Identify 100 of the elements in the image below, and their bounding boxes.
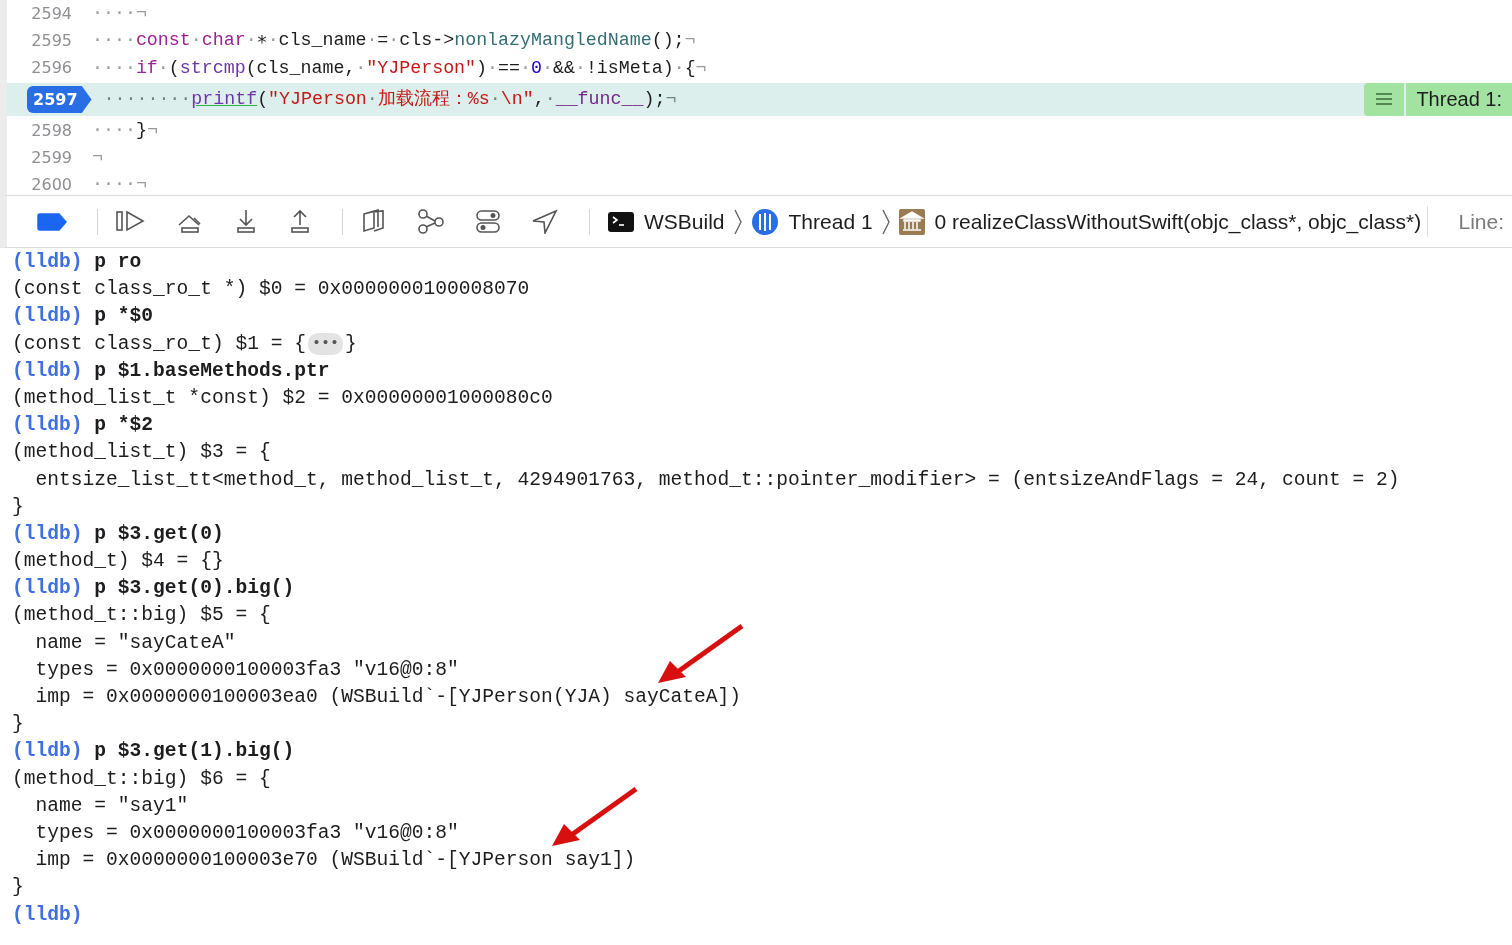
line-number: 2600 [30, 174, 73, 195]
console-output: } [12, 494, 24, 520]
console-output: (const class_ro_t *) $0 = 0x0000000100008070 [12, 277, 530, 303]
console-command: p $3.get(1).big() [93, 739, 295, 765]
whitespace-marker: ····¬ [92, 1, 147, 25]
code-string: 加载流程：%s [377, 87, 490, 111]
line-number: 2598 [30, 119, 73, 142]
code-text: ( [168, 56, 180, 80]
whitespace-marker: · [489, 87, 501, 111]
code-text: (cls_name, [245, 56, 356, 80]
whitespace-marker: ¬ [684, 29, 696, 53]
toggles-icon[interactable] [475, 209, 501, 234]
code-text: = [377, 29, 389, 53]
console-command: p *$2 [93, 413, 154, 439]
code-text: cls_name [278, 29, 367, 53]
code-number: 0 [530, 56, 542, 80]
line-number: 2594 [30, 2, 73, 25]
thread-indicator[interactable]: Thread 1: [1406, 82, 1512, 116]
whitespace-marker: · [245, 29, 257, 53]
layers-icon[interactable] [361, 209, 387, 234]
console-prompt: (lldb) [12, 304, 83, 330]
console-output: (method_list_t *const) $2 = 0x00000001000080c0 [12, 385, 553, 411]
whitespace-marker: · [673, 56, 685, 80]
console-output: name = "say1" [34, 793, 189, 819]
console-output: (method_t::big) $5 = { [12, 603, 271, 629]
whitespace-marker: · [157, 56, 169, 80]
line-number: 2595 [30, 29, 73, 52]
whitespace-marker: · [520, 56, 531, 80]
graph-icon[interactable] [417, 209, 445, 234]
console-prompt: (lldb) [12, 521, 83, 547]
breadcrumb-item[interactable]: 0 realizeClassWithoutSwift(objc_class*, objc_class*) [934, 205, 1422, 238]
console-output: (const class_ro_t) $1 = { [12, 331, 306, 357]
console-command: p $3.get(0) [93, 521, 224, 547]
whitespace-marker: · [541, 56, 553, 80]
code-text: ) [476, 56, 488, 80]
code-text: cls-> [399, 29, 455, 53]
console-prompt: (lldb) [12, 413, 83, 439]
line-number: 2599 [30, 146, 73, 169]
code-text: == [498, 56, 520, 80]
line-label: Line: [1427, 205, 1512, 238]
building-columns-icon [898, 208, 925, 235]
whitespace-marker: · [366, 29, 378, 53]
whitespace-marker: ¬ [695, 56, 707, 80]
step-out-icon[interactable] [288, 209, 312, 234]
chevron-icon [732, 208, 743, 235]
whitespace-marker: ¬ [665, 87, 677, 111]
terminal-icon [608, 210, 634, 233]
console-command: p $3.get(0).big() [93, 576, 295, 602]
whitespace-marker: ····¬ [92, 173, 147, 195]
console-output: (method_t::big) $6 = { [12, 766, 271, 792]
console-output: (method_t) $4 = {} [12, 549, 224, 575]
whitespace-marker: ···· [92, 29, 136, 53]
console-output: } [12, 712, 24, 738]
console-prompt: (lldb) [12, 902, 83, 928]
line-number-badge: 2597 [27, 85, 92, 113]
whitespace-marker: ¬ [146, 118, 158, 142]
console-prompt: (lldb) [12, 739, 83, 765]
whitespace-marker: ···· [92, 56, 136, 80]
whitespace-marker: · [366, 87, 378, 111]
console-command: p *$0 [93, 304, 154, 330]
whitespace-marker: · [355, 56, 367, 80]
code-string: \n" [500, 87, 534, 111]
breadcrumb-item[interactable]: WSBuild [644, 205, 725, 238]
console-output: imp = 0x0000000100003ea0 (WSBuild`-[YJPerson(YJA) sayCateA]) [12, 684, 741, 712]
chevron-icon [880, 208, 891, 235]
breakpoints-toggle[interactable] [37, 212, 67, 231]
console-output: } [345, 331, 357, 357]
code-macro: __func__ [555, 87, 644, 111]
whitespace-marker: · [267, 29, 279, 53]
code-keyword: const [135, 29, 191, 53]
thread-icon [750, 207, 779, 236]
whitespace-marker: ···· [92, 118, 136, 142]
code-text: && [552, 56, 575, 80]
console-output: name = "sayCateA" [34, 630, 236, 656]
console-output: types = 0x0000000100003fa3 "v16@0:8" [34, 820, 459, 846]
list-icon[interactable] [1364, 82, 1405, 116]
whitespace-marker: · [487, 56, 499, 80]
console-prompt: (lldb) [12, 358, 83, 384]
code-text: !isMeta) [585, 56, 674, 80]
console-command: p $1.baseMethods.ptr [93, 358, 330, 384]
code-text: } [135, 118, 147, 142]
console-command: p ro [93, 250, 142, 275]
whitespace-marker: · [544, 87, 556, 111]
code-text: ( [257, 87, 269, 111]
whitespace-marker: · [388, 29, 400, 53]
code-keyword: char [201, 29, 246, 53]
console-output: entsize_list_tt<method_t, method_list_t, 4294901763, method_t::pointer_modifier> = (entsizeAndFlags = 24, count = 2) [34, 467, 1400, 493]
code-text: (); [651, 29, 685, 53]
step-into-icon[interactable] [234, 209, 258, 234]
console-output: } [12, 875, 24, 901]
breadcrumb-item[interactable]: Thread 1 [788, 205, 873, 238]
code-text: , [533, 87, 545, 111]
location-arrow-icon[interactable] [531, 209, 559, 234]
code-keyword: if [135, 56, 158, 80]
whitespace-marker: ········ [103, 87, 192, 111]
expand-button[interactable]: ••• [307, 333, 343, 356]
line-number: 2596 [30, 57, 73, 80]
console-output: imp = 0x0000000100003e70 (WSBuild`-[YJPerson say1]) [12, 847, 636, 875]
code-text: ∗ [256, 29, 268, 53]
continue-icon[interactable] [116, 209, 146, 234]
